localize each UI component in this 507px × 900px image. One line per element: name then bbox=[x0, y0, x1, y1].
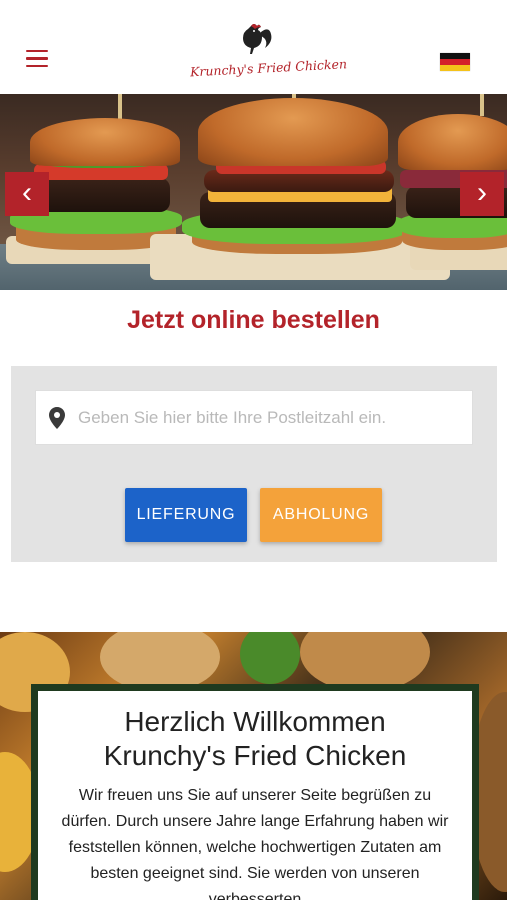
germany-flag-icon[interactable] bbox=[440, 53, 470, 71]
welcome-title-line1: Herzlich Willkommen bbox=[124, 706, 386, 737]
hero-slider: ‹ › bbox=[0, 94, 507, 290]
welcome-title: Herzlich Willkommen Krunchy's Fried Chic… bbox=[38, 705, 472, 773]
postcode-input[interactable] bbox=[66, 391, 472, 444]
postcode-search-field[interactable] bbox=[35, 390, 473, 445]
welcome-title-line2: Krunchy's Fried Chicken bbox=[103, 740, 407, 771]
slider-next-button[interactable]: › bbox=[460, 172, 504, 216]
order-panel: LIEFERUNG ABHOLUNG bbox=[11, 366, 497, 562]
welcome-card: Herzlich Willkommen Krunchy's Fried Chic… bbox=[31, 684, 479, 900]
slider-prev-button[interactable]: ‹ bbox=[5, 172, 49, 216]
chevron-left-icon: ‹ bbox=[22, 176, 32, 209]
app-header: Krunchy's Fried Chicken bbox=[0, 0, 507, 94]
pickup-button[interactable]: ABHOLUNG bbox=[260, 488, 382, 542]
rooster-icon bbox=[243, 24, 272, 54]
logo-text: Krunchy's Fried Chicken bbox=[189, 56, 348, 80]
delivery-button[interactable]: LIEFERUNG bbox=[125, 488, 247, 542]
hamburger-menu-icon[interactable] bbox=[26, 50, 48, 68]
location-pin-icon bbox=[49, 406, 65, 429]
chevron-right-icon: › bbox=[477, 176, 487, 209]
welcome-text: Wir freuen uns Sie auf unserer Seite beg… bbox=[61, 787, 449, 900]
brand-logo[interactable]: Krunchy's Fried Chicken bbox=[189, 22, 348, 88]
order-online-title: Jetzt online bestellen bbox=[127, 306, 380, 334]
